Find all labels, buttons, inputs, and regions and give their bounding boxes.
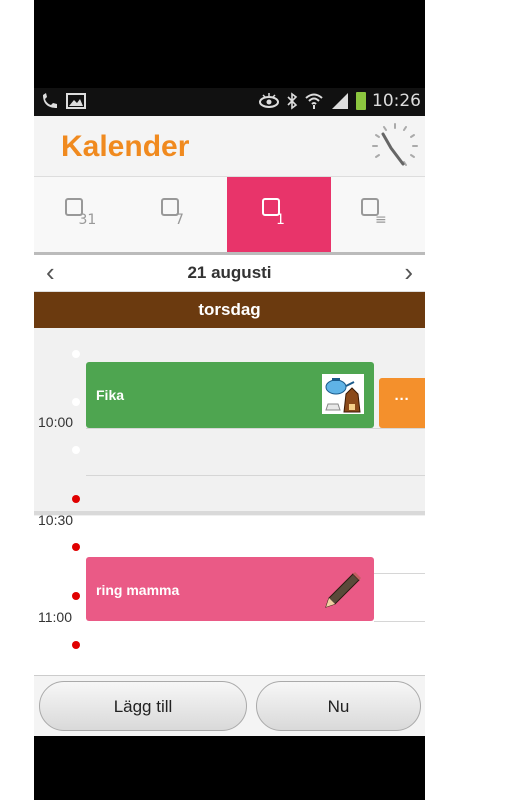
now-button[interactable]: Nu <box>256 681 421 731</box>
time-dot <box>72 592 80 600</box>
calendar-day-icon: 1 <box>262 197 296 232</box>
battery-icon <box>356 92 366 110</box>
next-day-icon[interactable]: › <box>404 257 413 288</box>
app-title: Kalender <box>61 130 190 163</box>
time-dot <box>72 446 80 454</box>
tab-month[interactable]: 31 <box>34 177 129 252</box>
calendar-month-icon: 31 <box>64 197 99 232</box>
time-dot <box>72 398 80 406</box>
app-header: Kalender <box>34 116 425 177</box>
signal-icon <box>332 93 348 109</box>
date-navigation: ‹ 21 augusti › <box>34 255 425 292</box>
event-title: ring mamma <box>96 582 180 598</box>
wifi-icon <box>305 93 323 109</box>
calendar-week-icon: 7 <box>161 197 195 232</box>
bluetooth-icon <box>287 92 298 110</box>
phone-screen: 10:26 Kalender 31 7 1 ≡ ‹ 21 augusti › t… <box>34 0 425 800</box>
tab-day[interactable]: 1 <box>227 177 331 252</box>
clock-icon[interactable] <box>369 120 421 172</box>
time-label: 10:00 <box>38 414 74 430</box>
event-title: Fika <box>96 387 125 403</box>
eye-icon <box>259 93 279 108</box>
view-tabs: 31 7 1 ≡ <box>34 177 425 255</box>
tab-list[interactable]: ≡ <box>331 177 425 252</box>
status-time: 10:26 <box>372 91 421 111</box>
more-events-button[interactable]: ··· <box>379 378 425 428</box>
day-schedule[interactable]: 10:00 10:30 11:00 Fika ··· ring mamma <box>34 328 425 675</box>
pencil-icon <box>325 572 361 608</box>
time-dot <box>72 350 80 358</box>
time-dot <box>72 543 80 551</box>
coffee-pot-icon <box>322 374 364 414</box>
weekday-banner: torsdag <box>34 292 425 328</box>
time-label: 11:00 <box>38 609 72 625</box>
time-label: 10:30 <box>38 512 74 528</box>
tab-week[interactable]: 7 <box>129 177 227 252</box>
time-dot <box>72 495 80 503</box>
current-date: 21 augusti <box>187 263 272 282</box>
status-bar: 10:26 <box>34 88 425 116</box>
event-fika[interactable]: Fika <box>86 362 374 428</box>
time-dot <box>72 641 80 649</box>
calendar-list-icon: ≡ <box>361 197 395 232</box>
event-ring-mamma[interactable]: ring mamma <box>86 557 374 621</box>
image-icon <box>66 93 86 109</box>
missed-call-icon <box>43 93 57 108</box>
half-hour-divider <box>34 511 425 515</box>
bottom-bar: Lägg till Nu <box>34 675 425 736</box>
add-button[interactable]: Lägg till <box>39 681 247 731</box>
